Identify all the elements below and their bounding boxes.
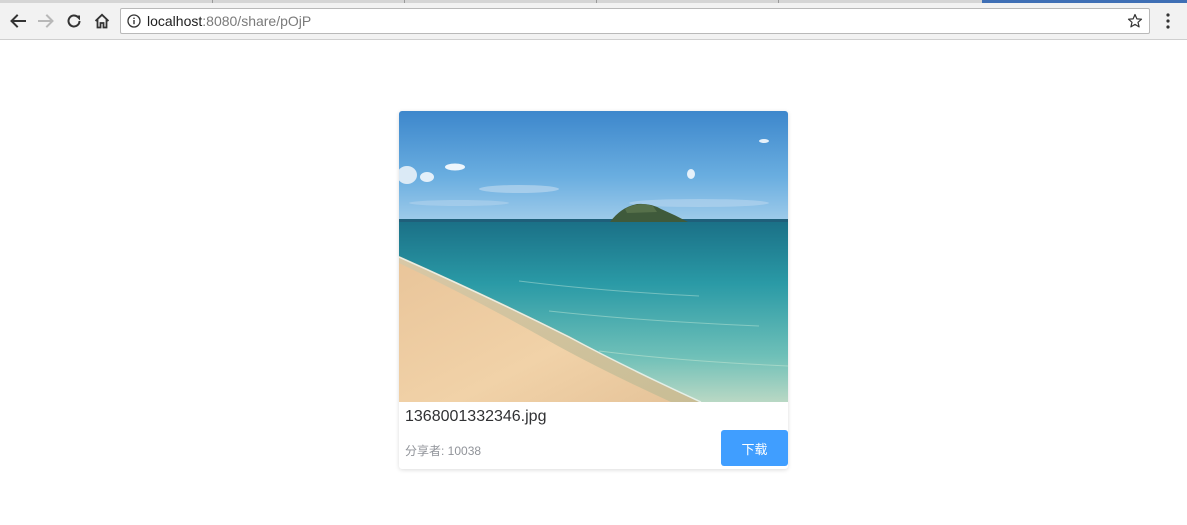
- reload-icon: [67, 14, 81, 28]
- shared-file-card: 1368001332346.jpg 分享者: 10038 下载: [399, 111, 788, 469]
- browser-toolbar: localhost:8080/share/pOjP: [0, 3, 1187, 40]
- address-bar[interactable]: localhost:8080/share/pOjP: [120, 8, 1150, 34]
- download-button[interactable]: 下载: [721, 430, 788, 466]
- sharer-info: 分享者: 10038: [405, 444, 482, 458]
- home-icon: [94, 13, 110, 29]
- info-icon[interactable]: [127, 14, 141, 28]
- url-path: :8080/share/pOjP: [202, 13, 312, 29]
- reload-button[interactable]: [62, 9, 86, 33]
- forward-button[interactable]: [34, 9, 58, 33]
- shared-image-preview[interactable]: [399, 111, 788, 402]
- forward-arrow-icon: [38, 14, 54, 28]
- kebab-menu-icon[interactable]: [1160, 12, 1176, 30]
- back-button[interactable]: [6, 9, 30, 33]
- url-host: localhost: [147, 13, 203, 29]
- back-arrow-icon: [10, 14, 26, 28]
- star-icon[interactable]: [1127, 13, 1143, 29]
- file-name: 1368001332346.jpg: [405, 408, 547, 425]
- url-text: localhost:8080/share/pOjP: [147, 13, 311, 29]
- home-button[interactable]: [90, 9, 114, 33]
